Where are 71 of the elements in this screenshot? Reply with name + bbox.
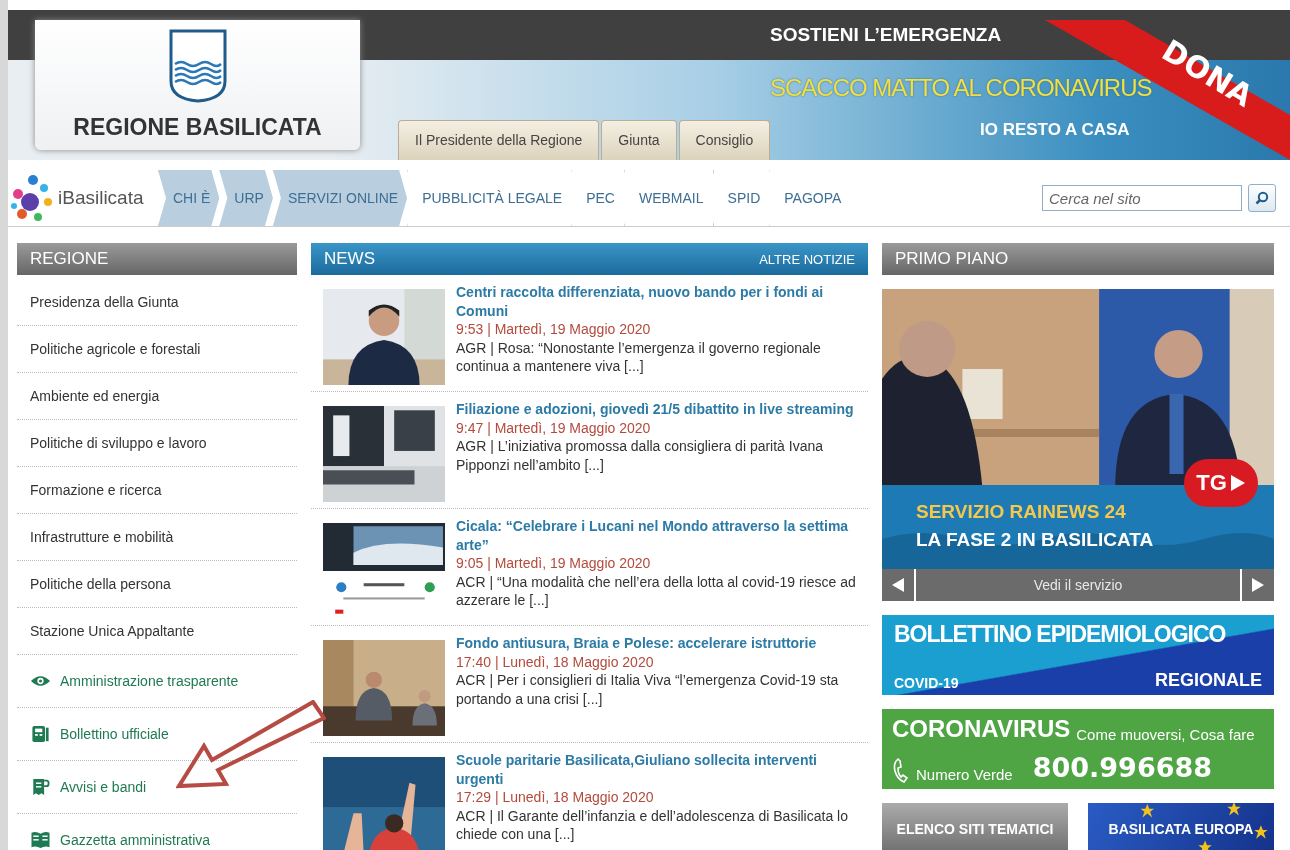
sidebar-link[interactable]: Gazzetta amministrativa [17,814,297,850]
banner-title: CORONAVIRUS [892,715,1071,743]
header-tab[interactable]: Giunta [601,120,677,160]
left-arrow-icon [891,577,905,593]
nav-link[interactable]: CHI È [158,170,220,226]
sidebar-link[interactable]: Ambiente ed energia [17,373,297,420]
news-headline[interactable]: Scuole paritarie Basilicata,Giuliano sollecita interventi urgenti [456,751,856,788]
sidebar-link[interactable]: Politiche della persona [17,561,297,608]
sidebar-link[interactable]: Amministrazione trasparente [17,655,297,708]
next-button[interactable] [1242,569,1274,601]
news-headline[interactable]: Filiazione e adozioni, giovedì 21/5 dibattito in live streaming [456,400,856,419]
banner-subtitle: REGIONALE [1155,670,1262,691]
hotline-banner[interactable]: CORONAVIRUS Come muoversi, Cosa fare Numero Verde 800.996688 [882,709,1274,789]
sidebar-link[interactable]: Presidenza della Giunta [17,279,297,326]
nav-link[interactable]: PUBBLICITÀ LEGALE [407,170,572,226]
sidebar-link[interactable]: Bollettino ufficiale [17,708,297,761]
crest-icon [167,28,228,104]
sidebar-link[interactable]: Formazione e ricerca [17,467,297,514]
nav-link[interactable]: PAGOPA [769,170,851,226]
logo-text: REGIONE BASILICATA [73,114,322,141]
news-summary: ACR | “Una modalità che nell’era della lotta al covid-19 riesce ad azzerare le [...] [456,572,856,610]
header-tab[interactable]: Consiglio [678,120,771,160]
news-headline[interactable]: Centri raccolta differenziata, nuovo bando per i fondi ai Comuni [456,283,856,320]
notice-icon [30,778,51,796]
more-news-link[interactable]: ALTRE NOTIZIE [759,251,855,267]
news-date: 9:47 | Martedì, 19 Maggio 2020 [456,418,652,437]
section-header: PRIMO PIANO [882,243,1274,275]
book-icon [30,831,51,849]
banner-title: BOLLETTINO EPIDEMIOLOGICO [894,621,1227,648]
news-summary: AGR | Rosa: “Nonostante l’emergenza il governo regionale continua a mantenere viva [...] [456,338,822,376]
nav-link[interactable]: WEBMAIL [624,170,713,226]
watch-link[interactable]: Vedi il servizio [916,569,1240,601]
news-headline[interactable]: Cicala: “Celebrare i Lucani nel Mondo attraverso la settima arte” [456,517,856,554]
sidebar-link[interactable]: Avvisi e bandi [17,761,297,814]
news-summary: ACR | Per i consiglieri di Italia Viva “l’emergenza Covid-19 sta portando a una crisi [...] [456,671,840,708]
nav-link[interactable]: URP [219,170,273,226]
news-summary: AGR | L’iniziativa promossa dalla consigliera di parità Ivana Pipponzi nell’ambito [...] [456,437,825,474]
news-date: 9:53 | Martedì, 19 Maggio 2020 [456,320,652,339]
previous-button[interactable] [882,569,914,601]
phone-icon [892,757,910,783]
right-arrow-icon [1251,577,1265,593]
sidebar-link[interactable]: Stazione Unica Appaltante [17,608,297,655]
sidebar-link[interactable]: Politiche agricole e forestali [17,326,297,373]
feature-subtitle: SERVIZIO RAINEWS 24 [916,501,1126,523]
section-header: REGIONE [17,243,297,275]
document-icon [30,725,51,743]
link-button[interactable]: ELENCO SITI TEMATICI [882,803,1068,850]
campaign-headline: SOSTIENI L’EMERGENZA [770,24,1002,46]
section-title: NEWS [324,249,375,269]
banner-tag: COVID-19 [894,675,959,691]
news-date: 17:40 | Lunedì, 18 Maggio 2020 [456,652,655,671]
bulletin-banner[interactable]: BOLLETTINO EPIDEMIOLOGICO COVID-19 REGIONALE [882,615,1274,695]
nav-link[interactable]: SERVIZI ONLINE [272,170,408,226]
nav-link[interactable]: SPID [712,170,770,226]
sidebar-link[interactable]: Infrastrutture e mobilità [17,514,297,561]
news-summary: ACR | Il Garante dell’infanzia e dell’adolescenza di Basilicata lo chiede con una [...] [456,806,849,844]
news-headline[interactable]: Fondo antiusura, Braia e Polese: accelerare istruttorie [456,634,856,653]
phone-number: 800.996688 [1032,752,1213,783]
search-icon [1255,191,1269,205]
search-field[interactable]: Cerca nel sito [1042,185,1242,211]
news-date: 17:29 | Lunedì, 18 Maggio 2020 [456,788,655,807]
brand-logo[interactable]: iBasilicata [8,170,158,226]
sidebar-link[interactable]: Politiche di sviluppo e lavoro [17,420,297,467]
search-button[interactable] [1248,184,1276,212]
feature-title: LA FASE 2 IN BASILICATA [916,529,1154,551]
link-button[interactable]: BASILICATA EUROPA [1088,803,1274,850]
nav-link[interactable]: PEC [571,170,624,226]
banner-subtitle: Come muoversi, Cosa fare [1076,726,1255,743]
header-tab[interactable]: Il Presidente della Regione [398,120,600,160]
news-date: 9:05 | Martedì, 19 Maggio 2020 [456,554,652,573]
phone-label: Numero Verde [916,766,1013,783]
